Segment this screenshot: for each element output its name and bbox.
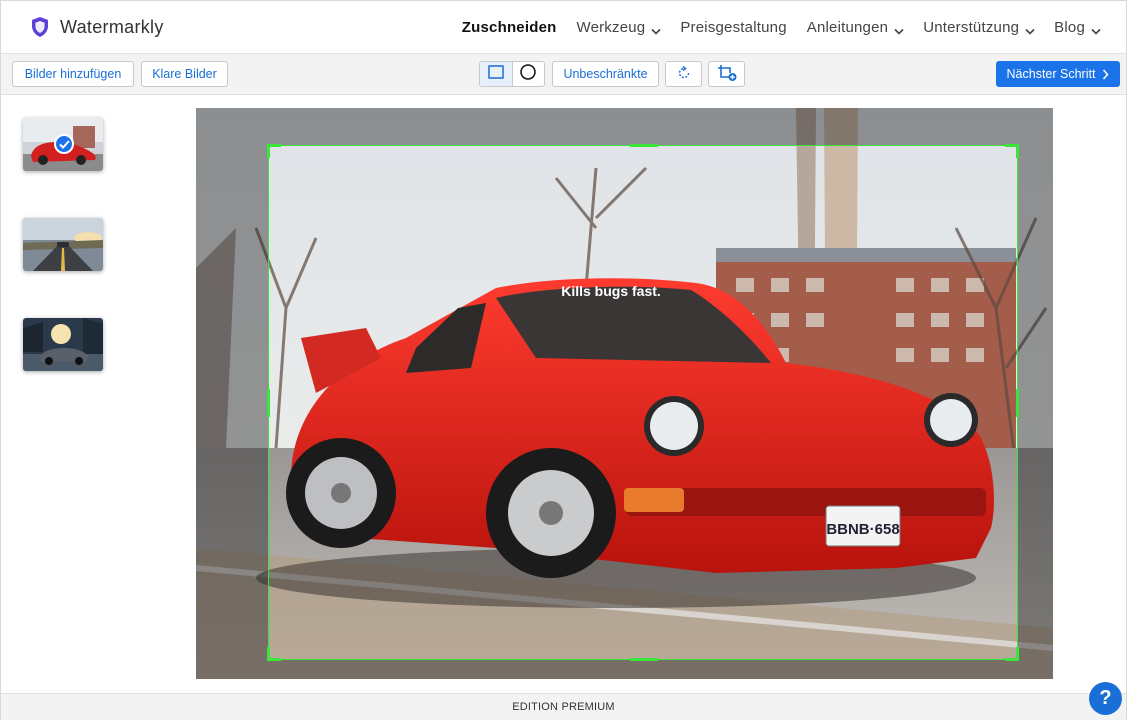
image-canvas[interactable]: BBNB·658 Kills bugs fast. [196,108,1053,679]
rectangle-icon [488,64,504,84]
selected-check-icon [54,134,74,154]
app-title: Watermarkly [60,16,164,37]
aspect-ratio-button[interactable]: Unbeschränkte [552,61,659,87]
app-window: Watermarkly Zuschneiden Werkzeug Preisge… [0,0,1127,720]
crop-frame[interactable] [267,144,1019,661]
thumbnail-red-porsche[interactable] [23,118,103,171]
chevron-down-icon [651,23,661,35]
chevron-down-icon [1025,23,1035,35]
rotate-button[interactable] [665,61,702,87]
add-crop-icon [717,64,737,85]
chevron-down-icon [894,23,904,35]
nav-item-blog[interactable]: Blog [1054,19,1101,36]
nav-label: Preisgestaltung [680,19,787,36]
help-icon: ? [1099,687,1112,709]
edition-label: EDITION PREMIUM [512,701,615,713]
rectangle-shape-button[interactable] [480,62,512,86]
crop-shape-toggle [479,61,545,87]
main-nav: Zuschneiden Werkzeug Preisgestaltung Anl… [442,1,1101,54]
circle-shape-button[interactable] [511,62,544,86]
editor-toolbar: Bilder hinzufügen Klare Bilder Unbeschrä… [1,54,1126,95]
clear-images-button[interactable]: Klare Bilder [141,61,228,87]
crop-handle-left[interactable] [267,389,270,417]
chevron-right-icon [1102,68,1110,80]
nav-label: Anleitungen [806,19,889,36]
nav-label: Werkzeug [576,19,646,36]
nav-label: Unterstützung [923,19,1020,36]
nav-item-unterstuetzung[interactable]: Unterstützung [923,19,1035,36]
help-button[interactable]: ? [1089,682,1122,715]
thumbnail-road-sunset[interactable] [23,218,103,271]
rotate-icon [676,65,692,84]
nav-item-preisgestaltung[interactable]: Preisgestaltung [680,19,786,36]
thumbnail-list [23,118,105,418]
next-step-button[interactable]: Nächster Schritt [996,61,1120,87]
circle-icon [520,63,537,85]
crop-handle-bottom-left[interactable] [267,647,281,661]
next-step-label: Nächster Schritt [1006,67,1096,81]
add-images-button[interactable]: Bilder hinzufügen [12,61,134,87]
add-crop-button[interactable] [708,61,745,87]
crop-handle-bottom[interactable] [630,658,658,661]
top-navbar: Watermarkly Zuschneiden Werkzeug Preisge… [1,1,1126,54]
edition-footer: EDITION PREMIUM [1,693,1126,720]
logo[interactable]: Watermarkly [29,16,164,38]
nav-item-werkzeug[interactable]: Werkzeug [576,19,661,36]
thumbnail-car-sunset[interactable] [23,318,103,371]
nav-label: Zuschneiden [461,19,557,36]
crop-handle-right[interactable] [1016,389,1019,417]
crop-handle-top[interactable] [630,144,658,147]
nav-label: Blog [1054,19,1085,36]
shield-logo-icon [29,16,51,38]
crop-handle-top-right[interactable] [1005,144,1019,158]
chevron-down-icon [1091,23,1101,35]
nav-item-anleitungen[interactable]: Anleitungen [806,19,904,36]
nav-item-zuschneiden[interactable]: Zuschneiden [462,19,557,36]
crop-handle-bottom-right[interactable] [1005,647,1019,661]
crop-handle-top-left[interactable] [267,144,281,158]
